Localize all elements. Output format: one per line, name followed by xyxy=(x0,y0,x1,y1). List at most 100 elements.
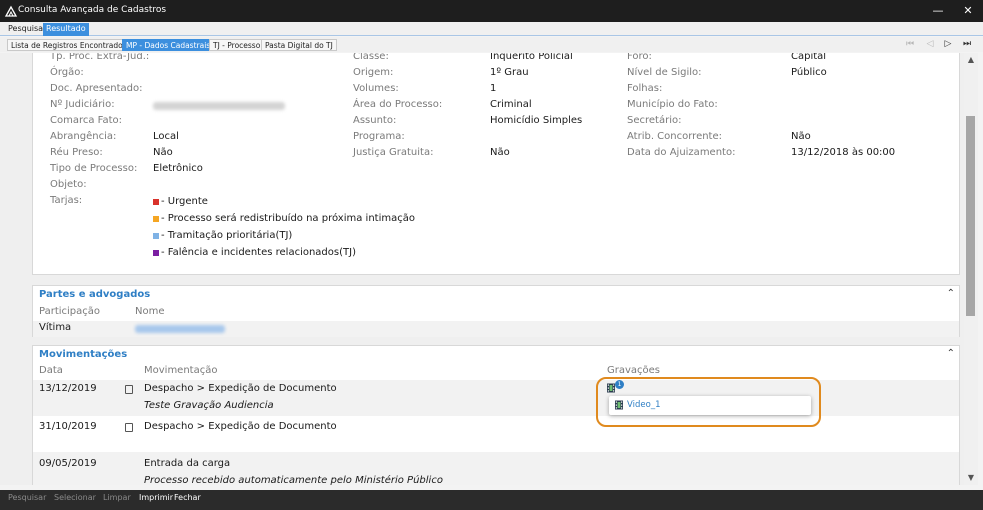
tarja-falencia-marker xyxy=(153,250,159,256)
document-icon[interactable] xyxy=(125,385,133,394)
value-data-ajuizamento: 13/12/2018 às 00:00 xyxy=(791,147,896,158)
partes-title: Partes e advogados xyxy=(39,289,151,300)
tab-resultado[interactable]: Resultado xyxy=(43,23,89,36)
label-num-judiciario: Nº Judiciário: xyxy=(50,99,115,110)
redacted-num-judiciario xyxy=(153,102,285,110)
imprimir-button[interactable]: Imprimir xyxy=(139,493,173,502)
value-foro: Capital xyxy=(791,53,827,62)
label-abrangencia: Abrangência: xyxy=(50,131,117,142)
tab-tj-processo[interactable]: TJ - Processo xyxy=(209,39,265,51)
value-abrangencia: Local xyxy=(153,131,179,142)
tab-mp-dados-cadastrais[interactable]: MP - Dados Cadastrais xyxy=(122,39,215,51)
mov-description-cell: Despacho > Expedição de Documento xyxy=(144,421,337,432)
tarja-urgente: - Urgente xyxy=(161,196,208,207)
partes-header[interactable]: Partes e advogados ⌃ xyxy=(33,286,959,304)
col-data: Data xyxy=(39,365,63,376)
label-nivel-sigilo: Nível de Sigilo: xyxy=(627,67,702,78)
sub-tabs: Lista de Registros Encontrados MP - Dado… xyxy=(0,37,983,52)
col-movimentacao: Movimentação xyxy=(144,365,218,376)
col-nome: Nome xyxy=(135,306,165,317)
mov-detail-cell: Teste Gravação Audiencia xyxy=(144,400,274,411)
label-data-ajuizamento: Data do Ajuizamento: xyxy=(627,147,736,158)
label-municipio-fato: Município do Fato: xyxy=(627,99,718,110)
mov-description-cell: Despacho > Expedição de Documento xyxy=(144,383,337,394)
value-classe: Inquérito Policial xyxy=(490,53,573,62)
label-tp-proc: Tp. Proc. Extra-Jud.: xyxy=(50,53,150,62)
col-participacao: Participação xyxy=(39,306,101,317)
label-orgao: Órgão: xyxy=(50,67,84,78)
label-tipo-processo: Tipo de Processo: xyxy=(50,163,138,174)
selecionar-button[interactable]: Selecionar xyxy=(54,493,96,502)
tab-pasta-digital[interactable]: Pasta Digital do TJ xyxy=(261,39,337,51)
col-gravacoes: Gravações xyxy=(607,365,661,376)
next-record-icon[interactable]: ▷ xyxy=(939,37,957,51)
video-file-icon xyxy=(615,400,623,410)
app-logo-icon xyxy=(4,5,18,17)
bottom-toolbar: Pesquisar Selecionar Limpar Imprimir Fec… xyxy=(0,490,983,506)
collapse-partes-icon[interactable]: ⌃ xyxy=(947,288,955,299)
label-objeto: Objeto: xyxy=(50,179,87,190)
movimentacoes-header[interactable]: Movimentações ⌃ xyxy=(33,346,959,364)
app-window: Consulta Avançada de Cadastros — ✕ Pesqu… xyxy=(0,0,983,510)
label-programa: Programa: xyxy=(353,131,405,142)
tarja-prioritaria-marker xyxy=(153,233,159,239)
pesquisar-button[interactable]: Pesquisar xyxy=(8,493,46,502)
scrollbar-thumb[interactable] xyxy=(966,116,975,316)
label-area-processo: Área do Processo: xyxy=(353,99,443,110)
label-comarca-fato: Comarca Fato: xyxy=(50,115,123,126)
first-record-icon[interactable]: ⏮ xyxy=(901,37,919,51)
value-assunto: Homicídio Simples xyxy=(490,115,583,126)
top-tabs: Pesquisa Resultado xyxy=(0,22,983,36)
label-tarjas: Tarjas: xyxy=(50,195,83,206)
value-nivel-sigilo: Público xyxy=(791,67,827,78)
fechar-button[interactable]: Fechar xyxy=(174,493,201,502)
value-atrib-concorrente: Não xyxy=(791,131,811,142)
vertical-scrollbar[interactable]: ▲ ▼ xyxy=(964,53,978,485)
label-assunto: Assunto: xyxy=(353,115,397,126)
table-row[interactable]: Vítima xyxy=(33,321,959,337)
label-foro: Foro: xyxy=(627,53,652,62)
scroll-down-icon[interactable]: ▼ xyxy=(965,473,977,483)
value-reu-preso: Não xyxy=(153,147,173,158)
partes-card: Partes e advogados ⌃ Participação Nome V… xyxy=(32,285,960,337)
minimize-icon[interactable]: — xyxy=(930,3,946,19)
table-row[interactable]: 31/10/2019 Despacho > Expedição de Docum… xyxy=(33,416,959,452)
label-atrib-concorrente: Atrib. Concorrente: xyxy=(627,131,722,142)
last-record-icon[interactable]: ⏭ xyxy=(958,37,976,51)
title-bar: Consulta Avançada de Cadastros — ✕ xyxy=(0,0,983,22)
status-strip xyxy=(0,506,983,510)
video-link[interactable]: Video_1 xyxy=(627,400,660,410)
tarja-redistribuido-marker xyxy=(153,216,159,222)
tab-lista-registros[interactable]: Lista de Registros Encontrados xyxy=(7,39,131,51)
tarja-prioritaria: - Tramitação prioritária(TJ) xyxy=(161,230,293,241)
label-classe: Classe: xyxy=(353,53,389,62)
label-secretario: Secretário: xyxy=(627,115,682,126)
mov-detail-cell: Processo recebido automaticamente pelo M… xyxy=(144,475,443,485)
value-justica-gratuita: Não xyxy=(490,147,510,158)
gravacoes-popup: Video_1 xyxy=(609,396,811,415)
value-tipo-processo: Eletrônico xyxy=(153,163,203,174)
table-row[interactable]: 09/05/2019 Entrada da carga Processo rec… xyxy=(33,452,959,485)
previous-record-icon[interactable]: ◁ xyxy=(921,37,939,51)
tab-pesquisa[interactable]: Pesquisa xyxy=(5,23,46,36)
tarja-urgente-marker xyxy=(153,199,159,205)
label-origem: Origem: xyxy=(353,67,394,78)
window-title: Consulta Avançada de Cadastros xyxy=(18,5,167,15)
label-folhas: Folhas: xyxy=(627,83,663,94)
limpar-button[interactable]: Limpar xyxy=(103,493,131,502)
mov-description-cell: Entrada da carga xyxy=(144,458,231,469)
value-area-processo: Criminal xyxy=(490,99,532,110)
mov-date-cell: 13/12/2019 xyxy=(39,383,97,394)
value-origem: 1º Grau xyxy=(490,67,529,78)
tarja-falencia: - Falência e incidentes relacionados(TJ) xyxy=(161,247,356,258)
redacted-nome xyxy=(135,325,225,333)
scroll-up-icon[interactable]: ▲ xyxy=(965,55,977,65)
collapse-movimentacoes-icon[interactable]: ⌃ xyxy=(947,348,955,359)
dados-cadastrais-card: Tp. Proc. Extra-Jud.: Órgão: Doc. Aprese… xyxy=(32,53,960,275)
close-icon[interactable]: ✕ xyxy=(960,3,976,19)
value-volumes: 1 xyxy=(490,83,497,94)
document-icon[interactable] xyxy=(125,423,133,432)
label-justica-gratuita: Justiça Gratuita: xyxy=(353,147,434,158)
movimentacoes-title: Movimentações xyxy=(39,349,128,360)
tarja-redistribuido: - Processo será redistribuído na próxima… xyxy=(161,213,415,224)
